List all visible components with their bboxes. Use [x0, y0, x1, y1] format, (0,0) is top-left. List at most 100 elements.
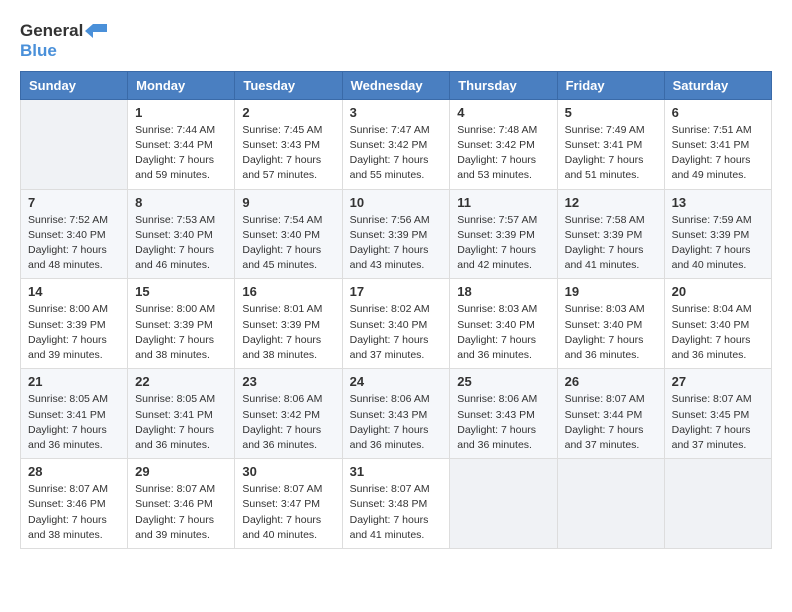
calendar-cell: 23 Sunrise: 8:06 AMSunset: 3:42 PMDayligh… [235, 369, 342, 459]
calendar-cell: 26 Sunrise: 8:07 AMSunset: 3:44 PMDayligh… [557, 369, 664, 459]
day-number: 31 [350, 464, 443, 479]
logo-blue: Blue [20, 41, 57, 60]
day-info: Sunrise: 7:56 AMSunset: 3:39 PMDaylight:… [350, 213, 443, 274]
logo-arrow-icon [85, 20, 107, 42]
calendar-cell: 27 Sunrise: 8:07 AMSunset: 3:45 PMDayligh… [664, 369, 771, 459]
day-number: 30 [242, 464, 334, 479]
day-number: 26 [565, 374, 657, 389]
day-number: 11 [457, 195, 549, 210]
logo-general: General [20, 22, 83, 41]
calendar-week-row: 7Sunrise: 7:52 AMSunset: 3:40 PMDaylight… [21, 189, 772, 279]
day-info: Sunrise: 8:04 AMSunset: 3:40 PMDaylight:… [672, 302, 764, 363]
day-number: 24 [350, 374, 443, 389]
day-info: Sunrise: 8:00 AMSunset: 3:39 PMDaylight:… [135, 302, 227, 363]
weekday-header-monday: Monday [128, 71, 235, 99]
day-number: 8 [135, 195, 227, 210]
day-info: Sunrise: 7:58 AMSunset: 3:39 PMDaylight:… [565, 213, 657, 274]
calendar-cell: 22 Sunrise: 8:05 AMSunset: 3:41 PMDayligh… [128, 369, 235, 459]
day-number: 2 [242, 105, 334, 120]
calendar-cell: 11 Sunrise: 7:57 AMSunset: 3:39 PMDayligh… [450, 189, 557, 279]
calendar-cell: 30 Sunrise: 8:07 AMSunset: 3:47 PMDayligh… [235, 459, 342, 549]
calendar-cell: 2 Sunrise: 7:45 AMSunset: 3:43 PMDaylight… [235, 99, 342, 189]
weekday-header-wednesday: Wednesday [342, 71, 450, 99]
day-number: 9 [242, 195, 334, 210]
day-number: 17 [350, 284, 443, 299]
day-info: Sunrise: 8:07 AMSunset: 3:47 PMDaylight:… [242, 482, 334, 543]
day-number: 13 [672, 195, 764, 210]
day-number: 4 [457, 105, 549, 120]
calendar-table: SundayMondayTuesdayWednesdayThursdayFrid… [20, 71, 772, 549]
day-info: Sunrise: 8:00 AMSunset: 3:39 PMDaylight:… [28, 302, 120, 363]
calendar-cell: 21Sunrise: 8:05 AMSunset: 3:41 PMDayligh… [21, 369, 128, 459]
calendar-cell: 9 Sunrise: 7:54 AMSunset: 3:40 PMDaylight… [235, 189, 342, 279]
calendar-cell: 14Sunrise: 8:00 AMSunset: 3:39 PMDayligh… [21, 279, 128, 369]
day-info: Sunrise: 8:07 AMSunset: 3:46 PMDaylight:… [135, 482, 227, 543]
day-info: Sunrise: 7:57 AMSunset: 3:39 PMDaylight:… [457, 213, 549, 274]
calendar-cell: 4 Sunrise: 7:48 AMSunset: 3:42 PMDaylight… [450, 99, 557, 189]
calendar-cell: 24 Sunrise: 8:06 AMSunset: 3:43 PMDayligh… [342, 369, 450, 459]
day-number: 23 [242, 374, 334, 389]
calendar-cell [664, 459, 771, 549]
weekday-header-friday: Friday [557, 71, 664, 99]
calendar-cell: 29 Sunrise: 8:07 AMSunset: 3:46 PMDayligh… [128, 459, 235, 549]
day-info: Sunrise: 8:03 AMSunset: 3:40 PMDaylight:… [565, 302, 657, 363]
calendar-cell [557, 459, 664, 549]
day-info: Sunrise: 8:06 AMSunset: 3:42 PMDaylight:… [242, 392, 334, 453]
day-info: Sunrise: 8:06 AMSunset: 3:43 PMDaylight:… [350, 392, 443, 453]
day-info: Sunrise: 7:44 AMSunset: 3:44 PMDaylight:… [135, 123, 227, 184]
day-number: 20 [672, 284, 764, 299]
calendar-cell: 19 Sunrise: 8:03 AMSunset: 3:40 PMDayligh… [557, 279, 664, 369]
weekday-header-tuesday: Tuesday [235, 71, 342, 99]
day-number: 25 [457, 374, 549, 389]
page-header: General Blue [20, 20, 772, 61]
day-info: Sunrise: 7:52 AMSunset: 3:40 PMDaylight:… [28, 213, 120, 274]
day-number: 28 [28, 464, 120, 479]
calendar-cell: 31 Sunrise: 8:07 AMSunset: 3:48 PMDayligh… [342, 459, 450, 549]
calendar-cell: 8Sunrise: 7:53 AMSunset: 3:40 PMDaylight… [128, 189, 235, 279]
calendar-cell: 17 Sunrise: 8:02 AMSunset: 3:40 PMDayligh… [342, 279, 450, 369]
day-number: 3 [350, 105, 443, 120]
day-number: 27 [672, 374, 764, 389]
day-info: Sunrise: 8:03 AMSunset: 3:40 PMDaylight:… [457, 302, 549, 363]
day-info: Sunrise: 8:07 AMSunset: 3:48 PMDaylight:… [350, 482, 443, 543]
day-info: Sunrise: 8:05 AMSunset: 3:41 PMDaylight:… [28, 392, 120, 453]
day-number: 18 [457, 284, 549, 299]
day-info: Sunrise: 8:01 AMSunset: 3:39 PMDaylight:… [242, 302, 334, 363]
day-info: Sunrise: 8:07 AMSunset: 3:44 PMDaylight:… [565, 392, 657, 453]
weekday-header-thursday: Thursday [450, 71, 557, 99]
day-info: Sunrise: 8:02 AMSunset: 3:40 PMDaylight:… [350, 302, 443, 363]
day-number: 5 [565, 105, 657, 120]
day-info: Sunrise: 7:47 AMSunset: 3:42 PMDaylight:… [350, 123, 443, 184]
day-number: 12 [565, 195, 657, 210]
day-number: 15 [135, 284, 227, 299]
day-info: Sunrise: 7:54 AMSunset: 3:40 PMDaylight:… [242, 213, 334, 274]
calendar-cell: 5 Sunrise: 7:49 AMSunset: 3:41 PMDaylight… [557, 99, 664, 189]
calendar-cell: 20 Sunrise: 8:04 AMSunset: 3:40 PMDayligh… [664, 279, 771, 369]
calendar-cell: 12 Sunrise: 7:58 AMSunset: 3:39 PMDayligh… [557, 189, 664, 279]
logo: General Blue [20, 20, 107, 61]
calendar-cell: 7Sunrise: 7:52 AMSunset: 3:40 PMDaylight… [21, 189, 128, 279]
calendar-cell: 15 Sunrise: 8:00 AMSunset: 3:39 PMDayligh… [128, 279, 235, 369]
day-number: 1 [135, 105, 227, 120]
weekday-header-row: SundayMondayTuesdayWednesdayThursdayFrid… [21, 71, 772, 99]
day-info: Sunrise: 7:45 AMSunset: 3:43 PMDaylight:… [242, 123, 334, 184]
day-info: Sunrise: 7:49 AMSunset: 3:41 PMDaylight:… [565, 123, 657, 184]
day-info: Sunrise: 7:51 AMSunset: 3:41 PMDaylight:… [672, 123, 764, 184]
day-number: 6 [672, 105, 764, 120]
calendar-cell: 1 Sunrise: 7:44 AMSunset: 3:44 PMDaylight… [128, 99, 235, 189]
day-info: Sunrise: 7:48 AMSunset: 3:42 PMDaylight:… [457, 123, 549, 184]
calendar-cell: 16Sunrise: 8:01 AMSunset: 3:39 PMDayligh… [235, 279, 342, 369]
calendar-week-row: 14Sunrise: 8:00 AMSunset: 3:39 PMDayligh… [21, 279, 772, 369]
day-number: 10 [350, 195, 443, 210]
calendar-cell: 10 Sunrise: 7:56 AMSunset: 3:39 PMDayligh… [342, 189, 450, 279]
day-info: Sunrise: 7:59 AMSunset: 3:39 PMDaylight:… [672, 213, 764, 274]
calendar-cell: 6 Sunrise: 7:51 AMSunset: 3:41 PMDaylight… [664, 99, 771, 189]
day-number: 19 [565, 284, 657, 299]
day-number: 22 [135, 374, 227, 389]
day-info: Sunrise: 8:05 AMSunset: 3:41 PMDaylight:… [135, 392, 227, 453]
day-info: Sunrise: 8:07 AMSunset: 3:45 PMDaylight:… [672, 392, 764, 453]
calendar-week-row: 21Sunrise: 8:05 AMSunset: 3:41 PMDayligh… [21, 369, 772, 459]
day-number: 29 [135, 464, 227, 479]
calendar-cell: 28Sunrise: 8:07 AMSunset: 3:46 PMDayligh… [21, 459, 128, 549]
calendar-cell: 25Sunrise: 8:06 AMSunset: 3:43 PMDayligh… [450, 369, 557, 459]
